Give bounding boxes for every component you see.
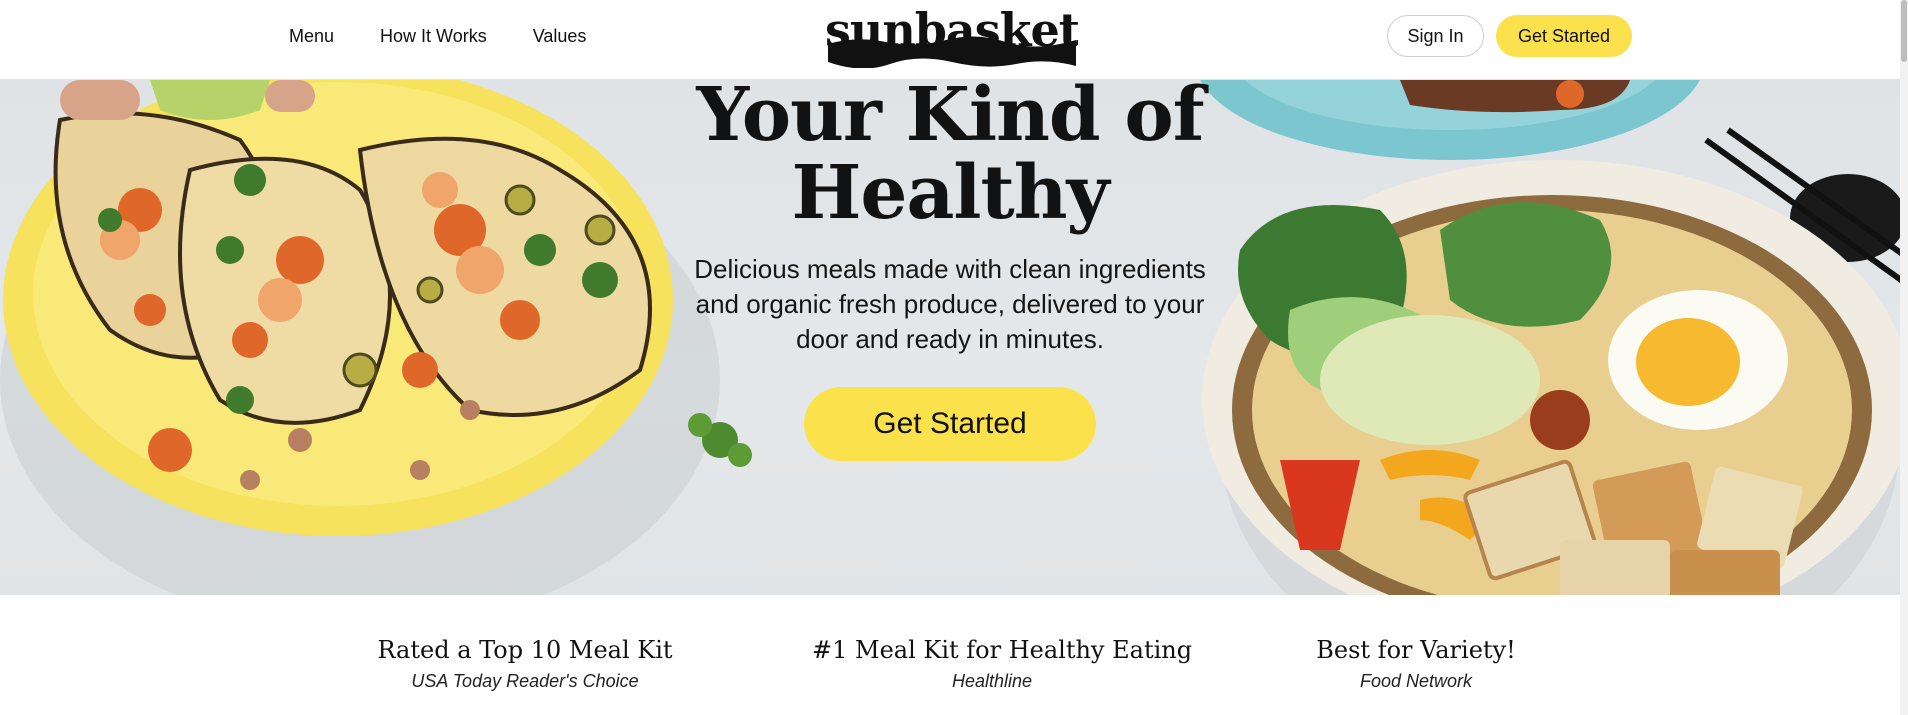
header-get-started-button[interactable]: Get Started — [1496, 15, 1632, 57]
hero-title-line-1: Your Kind of — [696, 80, 1204, 158]
award-title: Rated a Top 10 Meal Kit — [377, 636, 673, 664]
nav-how-it-works[interactable]: How It Works — [380, 24, 487, 48]
award-title: Best for Variety! — [1316, 636, 1516, 664]
nav-values[interactable]: Values — [533, 24, 587, 48]
steak-plate-image — [1200, 80, 1700, 160]
award-item: #1 Meal Kit for Healthy Eating Healthlin… — [812, 635, 1193, 693]
nav-menu[interactable]: Menu — [289, 24, 334, 48]
hero-subtitle: Delicious meals made with clean ingredie… — [694, 254, 1206, 354]
awards-strip: Rated a Top 10 Meal Kit USA Today Reader… — [0, 595, 1908, 715]
award-item: Best for Variety! Food Network — [1296, 635, 1536, 693]
award-source: USA Today Reader's Choice — [411, 671, 639, 691]
site-header: Menu How It Works Values sunbasket Sign … — [0, 0, 1908, 80]
taco-plate-image — [3, 80, 673, 536]
page-scrollbar[interactable] — [1900, 0, 1908, 715]
hero-title: Your Kind of Healthy — [660, 80, 1240, 232]
sunbasket-logo[interactable]: sunbasket — [826, 6, 1078, 68]
hero-title-line-2: Healthy — [791, 150, 1109, 236]
award-item: Rated a Top 10 Meal Kit USA Today Reader… — [358, 635, 692, 693]
hero-section: Your Kind of Healthy Delicious meals mad… — [0, 80, 1908, 595]
award-title: #1 Meal Kit for Healthy Eating — [812, 636, 1193, 664]
main-nav: Menu How It Works Values — [289, 24, 586, 48]
award-source: Food Network — [1359, 671, 1473, 691]
svg-text:sunbasket: sunbasket — [826, 6, 1078, 57]
scrollbar-thumb[interactable] — [1901, 0, 1907, 62]
hero-get-started-button[interactable]: Get Started — [804, 387, 1096, 461]
sign-in-button[interactable]: Sign In — [1387, 15, 1484, 57]
award-source: Healthline — [951, 671, 1033, 691]
